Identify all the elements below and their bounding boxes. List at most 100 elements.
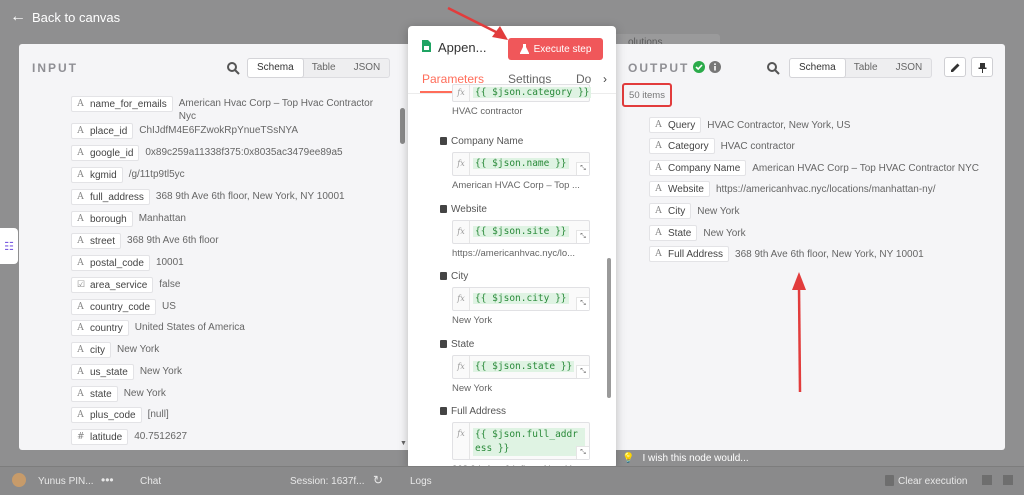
expression-input[interactable]: fx{{ $json.category }} xyxy=(452,84,592,102)
logs-label[interactable]: Logs xyxy=(410,476,432,487)
expand-icon[interactable]: ⤡ xyxy=(576,297,589,310)
field-key-pill[interactable]: Acity xyxy=(71,342,111,358)
field-key-pill[interactable]: Akgmid xyxy=(71,167,123,183)
field-key-pill[interactable]: Aname_for_emails xyxy=(71,96,173,112)
expand-icon[interactable]: ⤡ xyxy=(576,230,589,243)
collapse-icon[interactable] xyxy=(1003,475,1013,485)
more-icon[interactable]: ••• xyxy=(101,473,114,487)
execute-step-button[interactable]: Execute step xyxy=(508,38,603,60)
field-key-pill[interactable]: A Company Name xyxy=(649,160,747,176)
output-field-row[interactable]: A Full Address 368 9th Ave 6th floor, New … xyxy=(649,246,924,262)
field-key-pill[interactable]: Acountry_code xyxy=(71,299,157,315)
input-field-row[interactable]: Acity New York xyxy=(71,342,159,358)
expression-input[interactable]: fx{{ $json.state }} ⤡ xyxy=(452,355,590,379)
output-tab-table[interactable]: Table xyxy=(845,59,887,77)
pin-data-button[interactable] xyxy=(971,57,993,77)
field-value: 368 9th Ave 6th floor, New York, NY 1000… xyxy=(155,191,345,202)
output-title: OUTPUT xyxy=(628,61,690,75)
trash-icon[interactable] xyxy=(440,407,447,415)
avatar[interactable] xyxy=(12,473,26,487)
expression-input[interactable]: fx{{ $json.full_address }} ⤡ xyxy=(452,422,590,460)
field-type-icon: A xyxy=(77,126,84,136)
field-key-pill[interactable]: Aborough xyxy=(71,211,133,227)
layout-icon[interactable] xyxy=(982,475,992,485)
field-key-pill[interactable]: Agoogle_id xyxy=(71,145,140,161)
expression-text: {{ $json.full_address }} xyxy=(473,428,585,456)
input-scrollbar[interactable] xyxy=(400,108,405,144)
field-key-pill[interactable]: A Full Address xyxy=(649,246,730,262)
field-key-pill[interactable]: A City xyxy=(649,203,692,219)
input-field-row[interactable]: Apostal_code 10001 xyxy=(71,255,184,271)
expression-input[interactable]: fx{{ $json.site }} ⤡ xyxy=(452,220,590,244)
field-key: City xyxy=(668,205,686,217)
field-key-pill[interactable]: Aplace_id xyxy=(71,123,134,139)
input-tab-json[interactable]: JSON xyxy=(345,59,390,77)
input-field-row[interactable]: Agoogle_id 0x89c259a11338f375:0x8035ac347… xyxy=(71,145,343,161)
output-tab-json[interactable]: JSON xyxy=(887,59,932,77)
input-tab-table[interactable]: Table xyxy=(303,59,345,77)
expression-input[interactable]: fx{{ $json.city }} ⤡ xyxy=(452,287,590,311)
input-field-row[interactable]: Acountry_code US xyxy=(71,299,176,315)
field-value: HVAC contractor xyxy=(720,141,795,152)
input-field-row[interactable]: Aname_for_emails American Hvac Corp – Top… xyxy=(71,96,384,123)
output-field-row[interactable]: A Query HVAC Contractor, New York, US xyxy=(649,117,850,133)
user-name[interactable]: Yunus PIN... xyxy=(38,476,94,487)
input-field-row[interactable]: Acountry United States of America xyxy=(71,320,245,336)
sheets-icon xyxy=(422,40,431,52)
refresh-icon[interactable]: ↻ xyxy=(373,473,383,487)
field-key-pill[interactable]: Acountry xyxy=(71,320,129,336)
output-tab-schema[interactable]: Schema xyxy=(790,59,845,77)
trash-icon[interactable] xyxy=(885,475,894,486)
field-key-pill[interactable]: Astreet xyxy=(71,233,122,249)
field-key-pill[interactable]: Astate xyxy=(71,386,118,402)
field-key-pill[interactable]: ☑ area_service xyxy=(71,277,154,293)
search-icon[interactable] xyxy=(226,61,240,75)
input-field-row[interactable]: # latitude 40.7512627 xyxy=(71,429,187,445)
input-field-row[interactable]: Akgmid/g/11tp9tl5yc xyxy=(71,167,185,183)
output-field-row[interactable]: A Category HVAC contractor xyxy=(649,138,795,154)
tabs-next-icon[interactable]: › xyxy=(603,72,607,86)
field-key: us_state xyxy=(90,366,128,378)
output-field-row[interactable]: A City New York xyxy=(649,203,739,219)
field-key-pill[interactable]: Aplus_code xyxy=(71,407,142,423)
scroll-down-icon[interactable]: ▼ xyxy=(400,440,407,447)
clear-execution-label[interactable]: Clear execution xyxy=(898,476,967,487)
side-dock-tab[interactable]: ☷ xyxy=(0,228,18,264)
trash-icon[interactable] xyxy=(440,137,447,145)
trash-icon[interactable] xyxy=(440,272,447,280)
field-key-pill[interactable]: A State xyxy=(649,225,698,241)
output-field-row[interactable]: A Company Name American HVAC Corp – Top HV… xyxy=(649,160,979,176)
info-icon[interactable] xyxy=(709,61,721,73)
trash-icon[interactable] xyxy=(440,205,447,213)
input-field-row[interactable]: Aus_state New York xyxy=(71,364,182,380)
field-key-pill[interactable]: A Website xyxy=(649,181,710,197)
field-key-pill[interactable]: A Query xyxy=(649,117,702,133)
input-field-row[interactable]: Aplace_id ChIJdfM4E6FZwokRpYnueTSsNYA xyxy=(71,123,298,139)
output-field-row[interactable]: A Website https://americanhvac.nyc/locatio… xyxy=(649,181,936,197)
field-key-pill[interactable]: A Category xyxy=(649,138,715,154)
input-field-row[interactable]: Aborough Manhattan xyxy=(71,211,186,227)
input-field-row[interactable]: Afull_address 368 9th Ave 6th floor, New … xyxy=(71,189,345,205)
output-search-icon[interactable] xyxy=(766,61,780,75)
expand-icon[interactable]: ⤡ xyxy=(576,162,589,175)
edit-output-button[interactable] xyxy=(944,57,966,77)
chat-label[interactable]: Chat xyxy=(140,476,161,487)
field-key-pill[interactable]: Afull_address xyxy=(71,189,150,205)
parameters-scrollbar[interactable] xyxy=(607,258,611,398)
input-field-row[interactable]: Astreet 368 9th Ave 6th floor xyxy=(71,233,219,249)
expression-input[interactable]: fx{{ $json.name }} ⤡ xyxy=(452,152,590,176)
feedback-hint[interactable]: 💡 I wish this node would... xyxy=(622,453,749,464)
output-field-row[interactable]: A State New York xyxy=(649,225,746,241)
field-key-pill[interactable]: Aus_state xyxy=(71,364,134,380)
input-field-row[interactable]: Aplus_code [null] xyxy=(71,407,169,423)
field-key-pill[interactable]: # latitude xyxy=(71,429,129,445)
expand-icon[interactable]: ⤡ xyxy=(576,446,589,459)
expand-icon[interactable]: ⤡ xyxy=(576,365,589,378)
back-to-canvas-button[interactable]: ← Back to canvas xyxy=(10,6,120,28)
input-tab-schema[interactable]: Schema xyxy=(248,59,303,77)
field-key-pill[interactable]: Apostal_code xyxy=(71,255,150,271)
execute-step-label: Execute step xyxy=(533,43,592,55)
trash-icon[interactable] xyxy=(440,340,447,348)
input-field-row[interactable]: Astate New York xyxy=(71,386,166,402)
input-field-row[interactable]: ☑ area_service false xyxy=(71,277,180,293)
